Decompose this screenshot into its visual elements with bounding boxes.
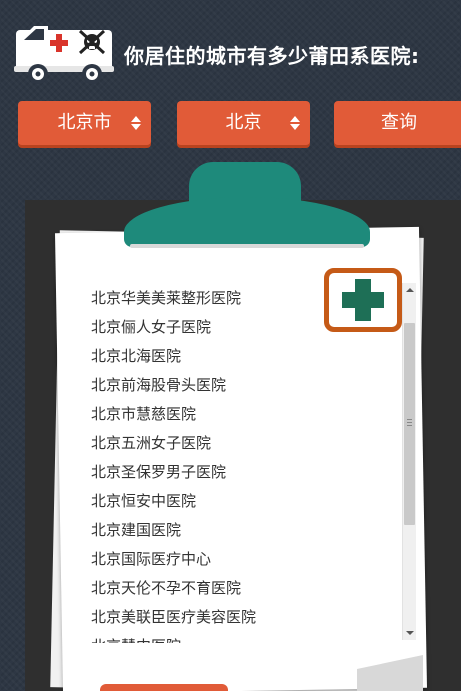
list-item[interactable]: 北京市慧慈医院 xyxy=(88,400,418,429)
list-item[interactable]: 北京五洲女子医院 xyxy=(88,429,418,458)
clip-shadow xyxy=(130,244,364,248)
ambulance-skull-icon xyxy=(14,26,114,84)
list-item[interactable]: 北京美联臣医疗美容医院 xyxy=(88,603,418,632)
city-select[interactable]: 北京市 xyxy=(18,101,151,145)
district-select[interactable]: 北京 xyxy=(177,101,310,145)
page-title: 你居住的城市有多少莆田系医院: xyxy=(124,44,420,68)
list-item[interactable]: 北京北海医院 xyxy=(88,342,418,371)
list-item[interactable]: 北京前海股骨头医院 xyxy=(88,371,418,400)
list-scrollbar[interactable] xyxy=(402,283,416,640)
select-arrows-icon xyxy=(131,114,141,132)
hospital-list[interactable]: 北京华美美莱整形医院 北京俪人女子医院 北京北海医院 北京前海股骨头医院 北京市… xyxy=(88,280,418,643)
list-item[interactable]: 北京慧中医院 xyxy=(88,632,418,643)
district-select-value: 北京 xyxy=(225,112,262,133)
list-item[interactable]: 北京天伦不孕不育医院 xyxy=(88,574,418,603)
scroll-down-icon[interactable] xyxy=(406,631,414,635)
scrollbar-thumb[interactable] xyxy=(404,323,415,525)
city-select-value: 北京市 xyxy=(57,112,112,133)
medical-cross-icon xyxy=(324,268,402,332)
list-item[interactable]: 北京建国医院 xyxy=(88,516,418,545)
list-item[interactable]: 北京圣保罗男子医院 xyxy=(88,458,418,487)
query-button[interactable]: 查询 xyxy=(334,101,461,145)
scroll-grip-icon xyxy=(407,419,412,428)
select-arrows-icon xyxy=(290,114,300,132)
bottom-button[interactable] xyxy=(100,684,228,691)
list-item[interactable]: 北京恒安中医院 xyxy=(88,487,418,516)
scroll-up-icon[interactable] xyxy=(406,288,414,292)
list-item[interactable]: 北京国际医疗中心 xyxy=(88,545,418,574)
